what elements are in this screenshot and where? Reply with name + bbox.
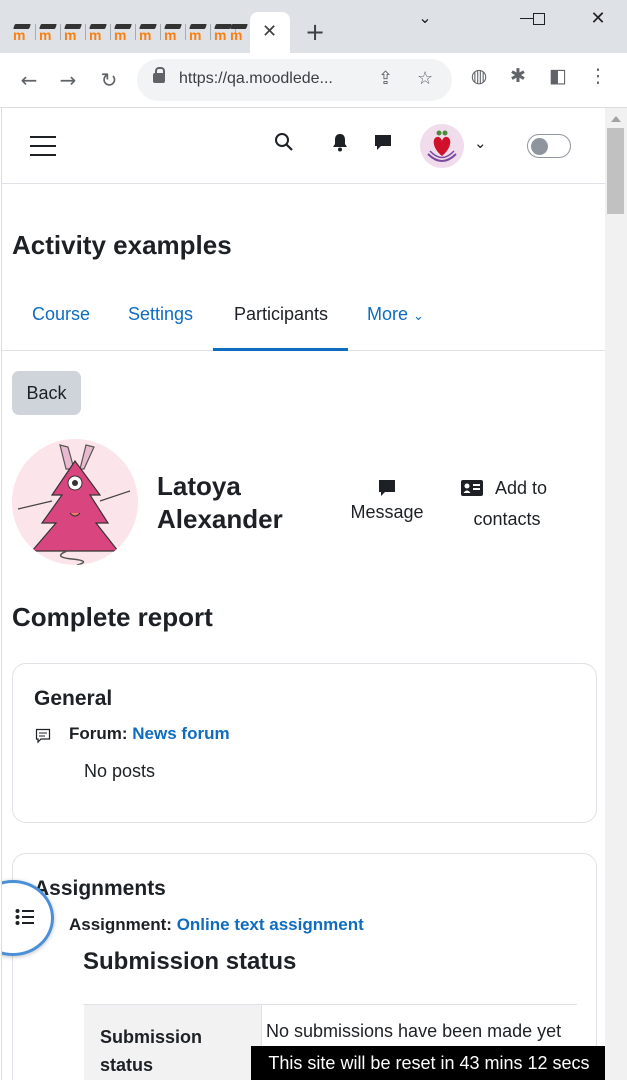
moodle-favicon-tab[interactable]: m [38, 22, 58, 43]
chevron-down-icon: ⌄ [413, 308, 424, 323]
close-window-icon[interactable]: ✕ [583, 8, 613, 32]
last-name: Alexander [157, 504, 283, 534]
assignment-prefix: Assignment: [69, 915, 172, 934]
back-arrow-icon[interactable]: ← [14, 65, 44, 95]
page-scrollbar[interactable] [605, 108, 627, 1080]
browser-toolbar: ← → ↻ https://qa.moodlede... ⇪ ☆ ◍ ✱ ◧ ⋮ [0, 53, 627, 108]
tab-more[interactable]: More ⌄ [367, 304, 424, 325]
moodle-favicon-tab[interactable]: m [163, 22, 183, 43]
moodle-favicon-tab[interactable]: m [63, 22, 83, 43]
scroll-thumb[interactable] [607, 128, 624, 214]
add-to-label: Add to [495, 478, 548, 498]
tab-search-chevron-icon[interactable]: ⌄ [410, 8, 440, 32]
secondary-navigation: Course Settings Participants More ⌄ [2, 288, 605, 351]
tab-participants[interactable]: Participants [234, 304, 328, 325]
share-icon[interactable]: ⇪ [378, 68, 393, 89]
back-button[interactable]: Back [12, 371, 81, 415]
moodle-favicon-tab[interactable]: m [138, 22, 158, 43]
general-card: General Forum: News forum No posts [12, 663, 597, 823]
forum-prefix: Forum: [69, 724, 128, 743]
tab-more-label: More [367, 304, 409, 324]
chevron-down-icon[interactable]: ⌄ [474, 134, 487, 152]
menu-icon[interactable] [30, 136, 56, 156]
participant-name: Latoya Alexander [157, 470, 317, 536]
general-heading: General [34, 687, 113, 710]
news-forum-link[interactable]: News forum [132, 724, 229, 743]
chat-icon[interactable] [373, 132, 393, 157]
chat-icon [347, 478, 427, 502]
search-icon[interactable] [274, 132, 294, 157]
submission-status-heading: Submission status [83, 948, 297, 975]
forum-icon [35, 728, 51, 749]
moodle-favicon-tab[interactable]: m [12, 22, 32, 43]
reload-icon[interactable]: ↻ [94, 65, 124, 95]
site-navbar: ⌄ [2, 108, 605, 184]
extensions-puzzle-icon[interactable]: ✱ [506, 65, 530, 87]
status-label-line1: Submission [100, 1027, 203, 1047]
moodle-favicon-tab[interactable]: m [113, 22, 133, 43]
contacts-label: contacts [473, 509, 541, 529]
url-text[interactable]: https://qa.moodlede... [179, 70, 333, 88]
submission-status-value: No submissions have been made yet [266, 1021, 562, 1041]
maximize-icon[interactable] [533, 13, 545, 25]
site-reset-banner: This site will be reset in 43 mins 12 se… [251, 1046, 605, 1080]
message-label: Message [350, 502, 424, 522]
bookmark-star-icon[interactable]: ☆ [417, 68, 433, 89]
minimize-icon[interactable] [520, 18, 534, 19]
lock-icon[interactable] [153, 67, 165, 83]
edit-mode-toggle[interactable] [527, 134, 571, 158]
participant-avatar [12, 439, 138, 565]
moodle-favicon-tab[interactable]: m [188, 22, 208, 43]
extension-globe-icon[interactable]: ◍ [467, 65, 491, 87]
submission-status-label: Submission status [84, 1005, 262, 1080]
tab-settings[interactable]: Settings [128, 304, 193, 325]
tab-course[interactable]: Course [32, 304, 90, 325]
close-tab-icon[interactable]: ✕ [262, 21, 277, 42]
page-title: Activity examples [12, 230, 232, 260]
add-to-contacts-button[interactable]: Add to contacts [457, 478, 557, 530]
first-name: Latoya [157, 471, 241, 501]
no-posts-text: No posts [84, 761, 156, 781]
address-card-icon [461, 480, 483, 501]
assignment-line: Assignment: Online text assignment [69, 915, 364, 935]
active-tab[interactable]: ✕ [250, 12, 290, 53]
moodle-favicon-tab[interactable]: m [229, 22, 249, 43]
assignments-heading: Assignments [34, 877, 166, 900]
submission-status-table: Submission status No submissions have be… [83, 1004, 577, 1080]
moodle-favicon-tab[interactable]: m [88, 22, 108, 43]
complete-report-title: Complete report [12, 602, 213, 632]
scroll-up-arrow-icon[interactable] [611, 116, 621, 122]
online-text-assignment-link[interactable]: Online text assignment [177, 915, 364, 934]
user-avatar[interactable] [420, 124, 464, 168]
more-menu-icon[interactable]: ⋮ [586, 65, 610, 87]
active-tab-underline [213, 348, 348, 351]
list-icon [15, 907, 35, 931]
bell-icon[interactable] [331, 132, 349, 157]
page-viewport: ⌄ Activity examples Course Settings Part… [1, 108, 605, 1080]
forum-line: Forum: News forum [69, 724, 230, 744]
side-panel-icon[interactable]: ◧ [546, 65, 570, 87]
forward-arrow-icon[interactable]: → [53, 65, 83, 95]
browser-tab-bar: m m m m m m m m m m ✕ + ⌄ ✕ [0, 0, 627, 53]
address-bar[interactable]: https://qa.moodlede... ⇪ ☆ [137, 59, 452, 101]
message-button[interactable]: Message [347, 478, 427, 523]
status-label-line2: status [100, 1055, 154, 1075]
new-tab-button[interactable]: + [305, 18, 325, 46]
